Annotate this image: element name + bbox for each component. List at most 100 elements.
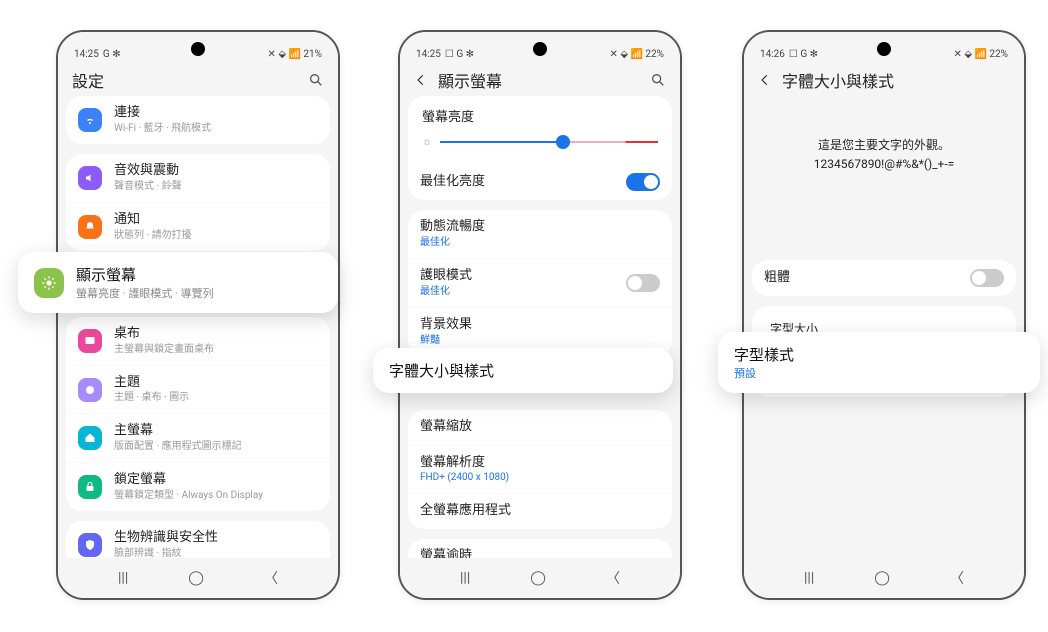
settings-card: 桌布 主螢幕與鎖定畫面桌布 主題 主題 · 桌布 · 圖示 主螢幕 — [66, 317, 330, 512]
settings-row-biometrics[interactable]: 生物辨識與安全性 臉部辨識 · 指紋 — [66, 521, 330, 558]
callout-title: 字型樣式 — [734, 344, 1024, 365]
settings-card: 生物辨識與安全性 臉部辨識 · 指紋 隱私設定 權限管理員 — [66, 521, 330, 558]
image-icon — [78, 329, 102, 353]
sun-icon — [34, 268, 64, 298]
home-button[interactable]: ◯ — [530, 570, 546, 586]
callout-font-size-style[interactable]: 字體大小與樣式 — [373, 348, 673, 393]
phone-settings: 14:25 G ✻ ✕ ⬙ 📶 21% 設定 連接 Wi-Fi · 藍牙 · 飛… — [56, 30, 340, 600]
row-bold[interactable]: 粗體 — [752, 260, 1016, 296]
row-sub: Wi-Fi · 藍牙 · 飛航模式 — [114, 122, 318, 135]
row-sub: 主題 · 桌布 · 圖示 — [114, 391, 318, 404]
settings-row-themes[interactable]: 主題 主題 · 桌布 · 圖示 — [66, 365, 330, 414]
status-right: ✕ ⬙ 📶 22% — [609, 49, 664, 60]
settings-row-lockscreen[interactable]: 鎖定螢幕 螢幕鎖定類型 · Always On Display — [66, 462, 330, 511]
shield-icon — [78, 533, 102, 557]
home-button[interactable]: ◯ — [874, 570, 890, 586]
android-navbar: ||| ◯ 〈 — [58, 558, 338, 598]
bell-icon — [78, 215, 102, 239]
search-icon[interactable] — [650, 72, 666, 88]
callout-title: 字體大小與樣式 — [389, 360, 657, 381]
status-carrier: G ✻ — [103, 49, 121, 60]
row-title: 螢幕解析度 — [420, 455, 660, 472]
camera-notch — [191, 42, 205, 56]
search-icon[interactable] — [308, 72, 324, 88]
settings-row-wallpaper[interactable]: 桌布 主螢幕與鎖定畫面桌布 — [66, 317, 330, 365]
row-sub: 最佳化 — [420, 236, 660, 249]
row-sub: 狀態列 · 請勿打擾 — [114, 229, 318, 242]
callout-sub: 螢幕亮度 · 護眼模式 · 導覽列 — [76, 285, 214, 301]
android-navbar: ||| ◯ 〈 — [400, 558, 680, 598]
android-navbar: ||| ◯ 〈 — [744, 558, 1024, 598]
row-sub: FHD+ (2400 x 1080) — [420, 471, 660, 484]
callout-display[interactable]: 顯示螢幕 螢幕亮度 · 護眼模式 · 導覽列 — [18, 252, 338, 313]
row-title: 主螢幕 — [114, 423, 318, 440]
row-adaptive-brightness[interactable]: 最佳化亮度 — [408, 164, 672, 200]
settings-card: 音效與震動 聲音模式 · 鈴聲 通知 狀態列 · 請勿打擾 — [66, 154, 330, 251]
status-time: 14:25 — [74, 49, 99, 60]
palette-icon — [78, 378, 102, 402]
row-title: 生物辨識與安全性 — [114, 530, 318, 547]
back-icon[interactable] — [414, 73, 428, 87]
toggle-adaptive[interactable] — [626, 173, 660, 191]
settings-row-home[interactable]: 主螢幕 版面配置 · 應用程式圖示標記 — [66, 413, 330, 462]
row-title: 鎖定螢幕 — [114, 472, 318, 489]
settings-row-connections[interactable]: 連接 Wi-Fi · 藍牙 · 飛航模式 — [66, 96, 330, 144]
home-button[interactable]: ◯ — [188, 570, 204, 586]
camera-notch — [533, 42, 547, 56]
row-sub: 臉部辨識 · 指紋 — [114, 547, 318, 558]
row-title: 通知 — [114, 212, 318, 229]
row-text: 連接 Wi-Fi · 藍牙 · 飛航模式 — [114, 105, 318, 135]
row-eye-comfort[interactable]: 護眼模式 最佳化 — [408, 258, 672, 307]
back-button[interactable]: 〈 — [950, 568, 964, 588]
row-sub: 螢幕鎖定類型 · Always On Display — [114, 489, 318, 502]
row-title: 最佳化亮度 — [420, 174, 614, 191]
row-resolution[interactable]: 螢幕解析度 FHD+ (2400 x 1080) — [408, 445, 672, 494]
row-screen-zoom[interactable]: 螢幕縮放 — [408, 410, 672, 445]
recent-apps-button[interactable]: ||| — [118, 570, 128, 586]
back-icon[interactable] — [758, 73, 772, 87]
callout-font-style[interactable]: 字型樣式 預設 — [718, 332, 1040, 393]
back-button[interactable]: 〈 — [264, 568, 278, 588]
preview-line-1: 這是您主要文字的外觀。 — [762, 136, 1006, 155]
settings-row-sound[interactable]: 音效與震動 聲音模式 · 鈴聲 — [66, 154, 330, 202]
settings-list[interactable]: 連接 Wi-Fi · 藍牙 · 飛航模式 音效與震動 聲音模式 · 鈴聲 — [58, 96, 338, 558]
row-fullscreen-apps[interactable]: 全螢幕應用程式 — [408, 493, 672, 529]
settings-row-notifications[interactable]: 通知 狀態列 · 請勿打擾 — [66, 202, 330, 251]
wifi-icon — [78, 108, 102, 132]
row-sub: 版面配置 · 應用程式圖示標記 — [114, 440, 318, 453]
slider-thumb[interactable] — [556, 135, 570, 149]
row-title: 桌布 — [114, 326, 318, 343]
lock-icon — [78, 475, 102, 499]
font-content[interactable]: 這是您主要文字的外觀。 1234567890!@#%&*()_+-= 粗體 字型… — [744, 96, 1024, 558]
sound-icon — [78, 166, 102, 190]
toggle-bold[interactable] — [970, 269, 1004, 287]
back-button[interactable]: 〈 — [606, 568, 620, 588]
preview-line-2: 1234567890!@#%&*()_+-= — [762, 155, 1006, 174]
brightness-section: 螢幕亮度 ☼ — [408, 96, 672, 164]
sun-small-icon: ☼ — [422, 135, 432, 148]
page-title: 顯示螢幕 — [438, 68, 640, 92]
phone-display: 14:25 ☐ G ✻ ✕ ⬙ 📶 22% 顯示螢幕 螢幕亮度 ☼ — [398, 30, 682, 600]
row-sub: 主螢幕與鎖定畫面桌布 — [114, 343, 318, 356]
brightness-label: 螢幕亮度 — [422, 106, 658, 125]
display-list[interactable]: 螢幕亮度 ☼ 最佳化亮度 動態流暢度 最佳化 — [400, 96, 680, 558]
home-icon — [78, 426, 102, 450]
row-sub: 聲音模式 · 鈴聲 — [114, 180, 318, 193]
toggle-eye-comfort[interactable] — [626, 274, 660, 292]
row-title: 音效與震動 — [114, 163, 318, 180]
recent-apps-button[interactable]: ||| — [460, 570, 470, 586]
row-screen-timeout[interactable]: 螢幕逾時 10 分鐘 — [408, 539, 672, 558]
recent-apps-button[interactable]: ||| — [804, 570, 814, 586]
row-motion-smoothness[interactable]: 動態流暢度 最佳化 — [408, 210, 672, 258]
settings-card: 連接 Wi-Fi · 藍牙 · 飛航模式 — [66, 96, 330, 144]
brightness-slider[interactable] — [440, 141, 658, 143]
status-right: ✕ ⬙ 📶 22% — [953, 49, 1008, 60]
row-title: 動態流暢度 — [420, 219, 660, 236]
status-time: 14:26 — [760, 49, 785, 60]
row-title: 主題 — [114, 375, 318, 392]
row-title: 護眼模式 — [420, 268, 614, 285]
callout-title: 顯示螢幕 — [76, 264, 214, 285]
callout-spacer — [752, 204, 1016, 260]
row-title: 螢幕逾時 — [420, 548, 660, 558]
callout-sub: 預設 — [734, 365, 1024, 381]
